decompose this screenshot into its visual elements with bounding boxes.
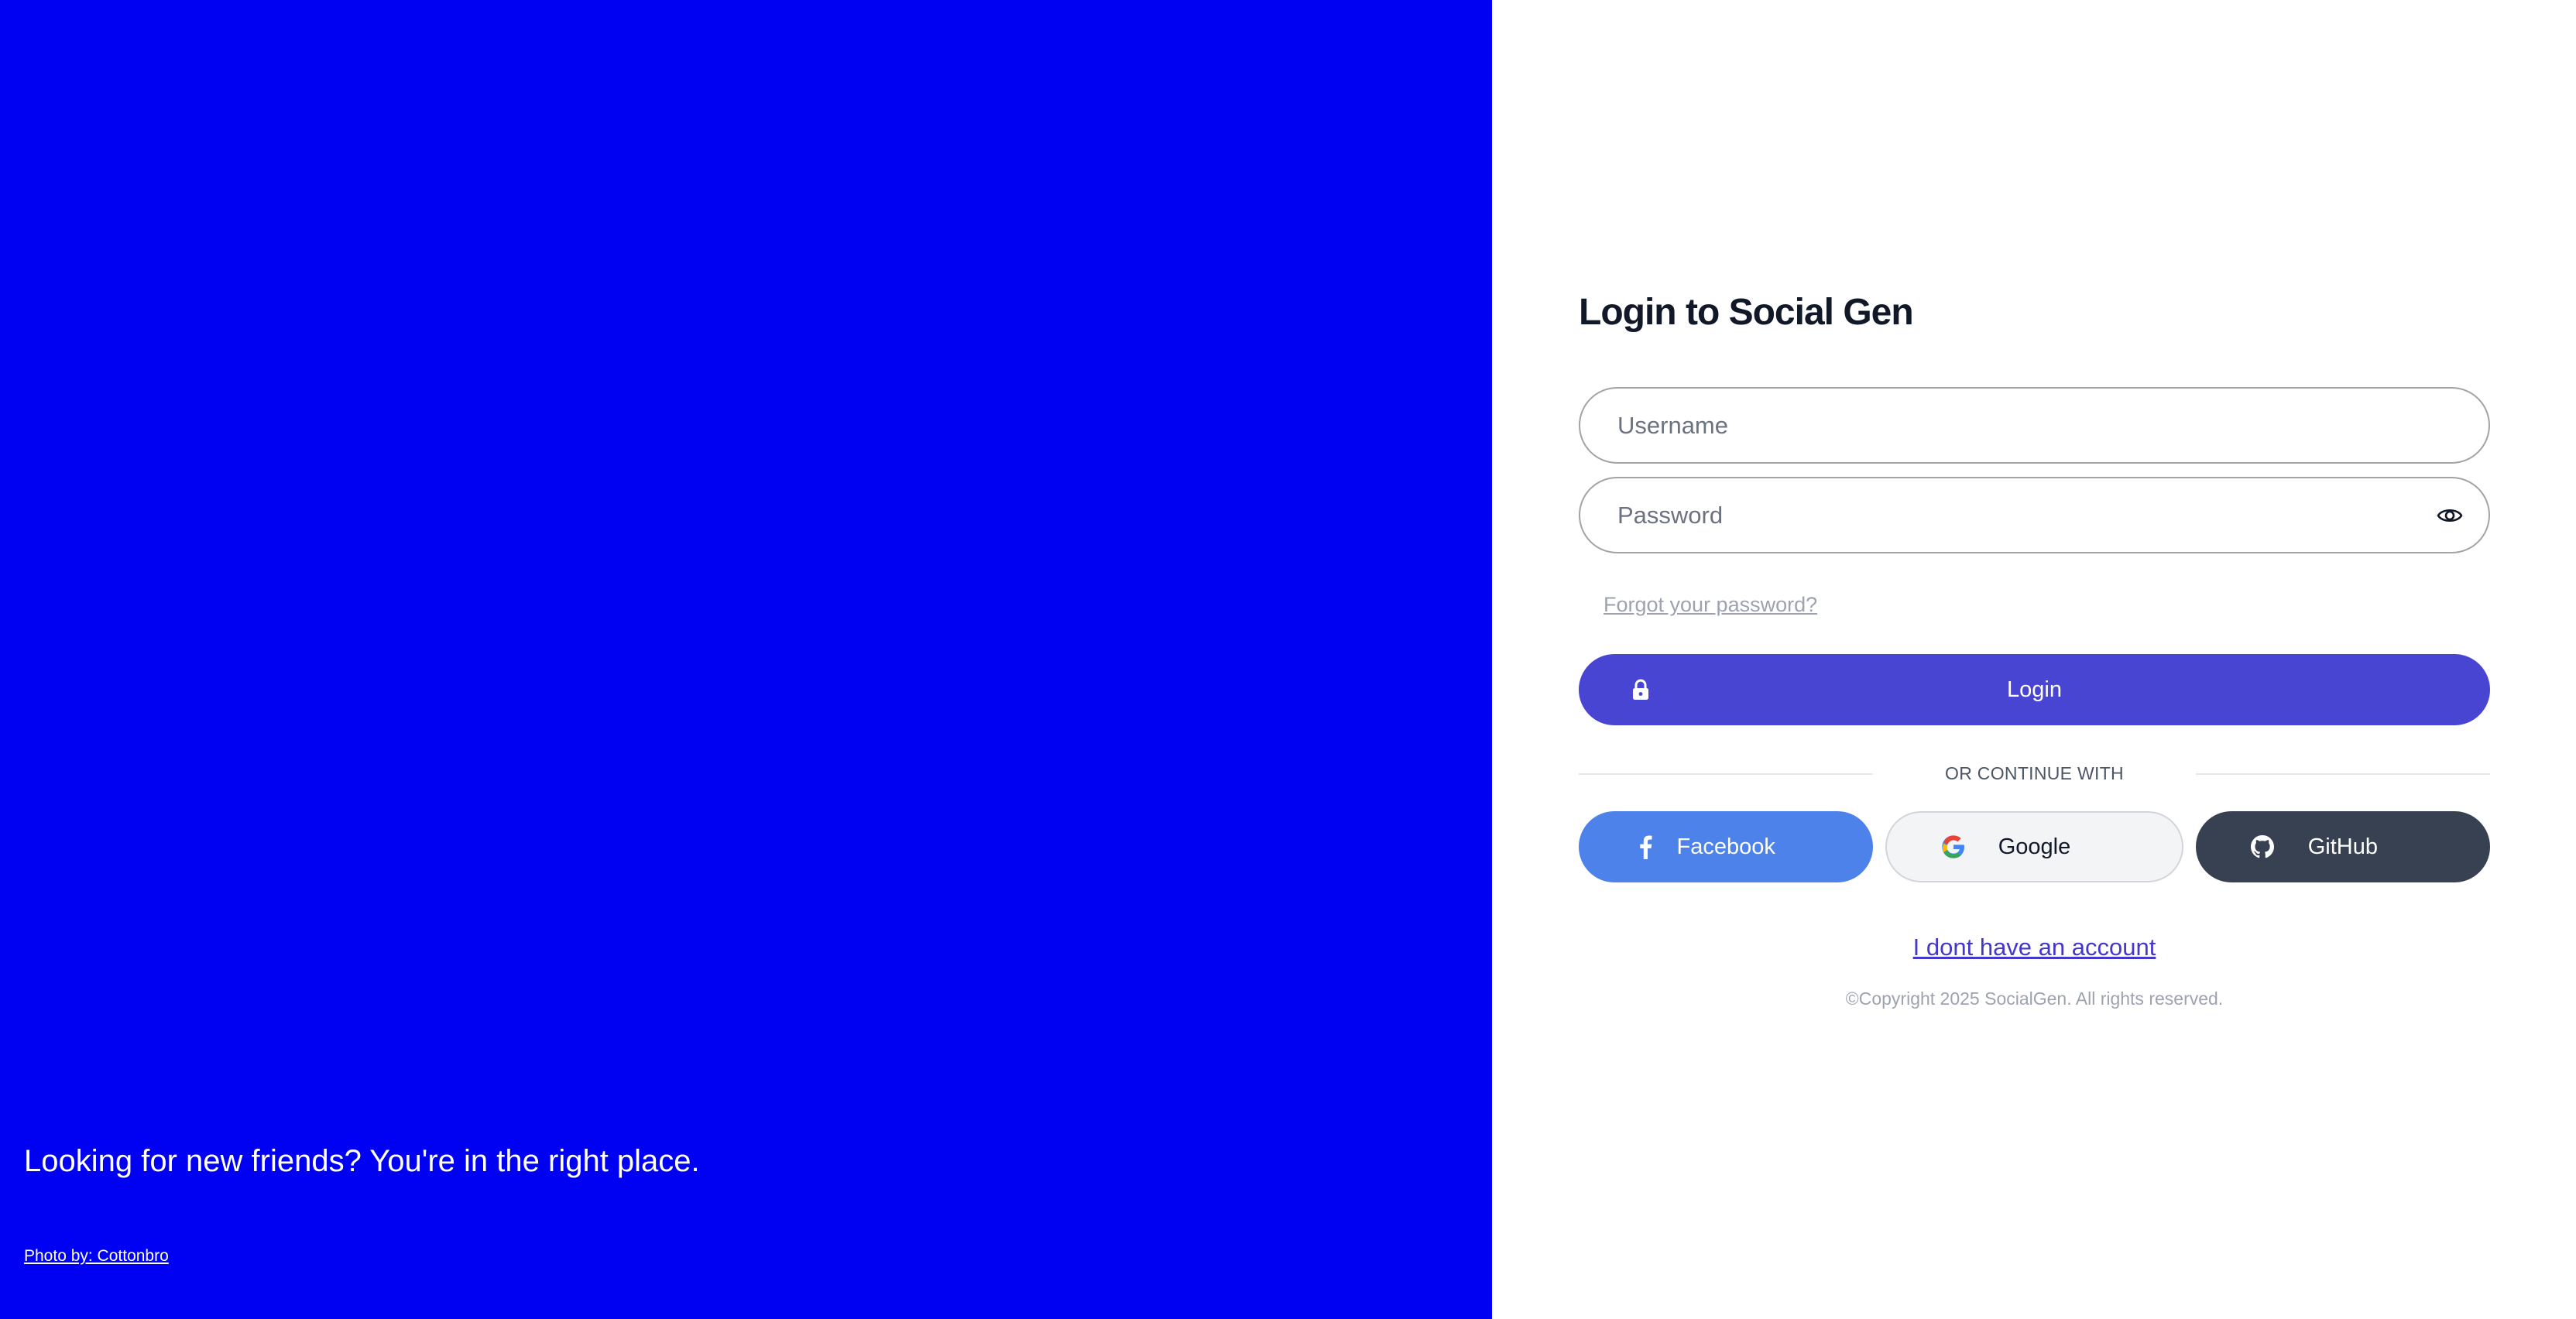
password-field [1579, 477, 2490, 553]
divider-text: OR CONTINUE WITH [1945, 762, 2124, 783]
no-account-link[interactable]: I dont have an account [1913, 934, 2156, 961]
password-input[interactable] [1580, 478, 2489, 552]
facebook-icon [1633, 834, 1658, 859]
username-input[interactable] [1580, 389, 2489, 462]
eye-icon[interactable] [2433, 498, 2467, 533]
login-button-label: Login [2007, 677, 2062, 702]
github-icon [2250, 834, 2275, 859]
username-field [1579, 387, 2490, 464]
google-login-button[interactable]: Google [1885, 811, 2183, 882]
github-label: GitHub [2307, 834, 2378, 859]
github-login-button[interactable]: GitHub [2195, 811, 2490, 882]
google-icon [1941, 834, 1966, 859]
login-panel: Login to Social Gen Forgot your password… [1492, 0, 2576, 1319]
forgot-password-link[interactable]: Forgot your password? [1604, 591, 1817, 618]
login-button[interactable]: Login [1579, 654, 2490, 725]
hero-tagline: Looking for new friends? You're in the r… [24, 1144, 700, 1178]
facebook-label: Facebook [1676, 834, 1775, 859]
login-form: Login to Social Gen Forgot your password… [1579, 286, 2490, 1011]
no-account-row: I dont have an account [1579, 932, 2490, 963]
lock-icon [1631, 679, 1650, 701]
copyright-text: ©Copyright 2025 SocialGen. All rights re… [1845, 988, 2224, 1009]
divider-line-right [2196, 773, 2490, 775]
social-login-buttons: Facebook Google GitHub [1579, 811, 2490, 882]
divider: OR CONTINUE WITH [1579, 760, 2490, 786]
photo-credit-link[interactable]: Photo by: Cottonbro [24, 1245, 169, 1268]
login-page: Looking for new friends? You're in the r… [0, 0, 2576, 1319]
hero-panel: Looking for new friends? You're in the r… [0, 0, 1492, 1319]
facebook-login-button[interactable]: Facebook [1579, 811, 1874, 882]
google-label: Google [1998, 834, 2071, 859]
page-title: Login to Social Gen [1579, 292, 1914, 333]
divider-line-left [1579, 773, 1873, 775]
